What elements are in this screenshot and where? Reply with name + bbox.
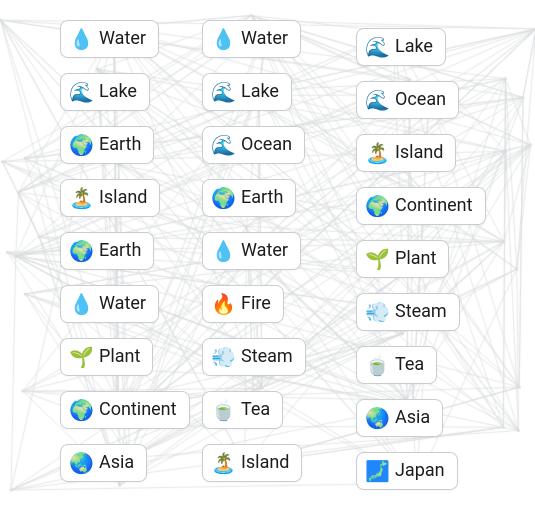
element-label: Plant [395, 248, 436, 270]
ocean-icon: 🌊 [211, 133, 235, 157]
element-label: Water [241, 240, 288, 262]
element-chip-lake[interactable]: 🌊 Lake [356, 28, 446, 66]
element-chip-steam[interactable]: 💨 Steam [356, 293, 460, 331]
plant-icon: 🌱 [365, 247, 389, 271]
element-chip-earth[interactable]: 🌍 Earth [60, 126, 154, 164]
element-chip-earth[interactable]: 🌍 Earth [202, 179, 296, 217]
element-chip-water[interactable]: 💧 Water [202, 232, 301, 270]
element-chip-water[interactable]: 💧 Water [60, 285, 159, 323]
element-label: Ocean [395, 89, 446, 111]
element-label: Water [241, 28, 288, 50]
island-icon: 🏝️ [69, 186, 93, 210]
element-label: Steam [241, 346, 293, 368]
element-label: Lake [395, 36, 433, 58]
element-label: Asia [395, 407, 430, 429]
element-label: Lake [241, 81, 279, 103]
element-label: Island [395, 142, 443, 164]
element-chip-island[interactable]: 🏝️ Island [202, 444, 302, 482]
continent-icon: 🌍 [365, 194, 389, 218]
element-chip-steam[interactable]: 💨 Steam [202, 338, 306, 376]
element-chip-ocean[interactable]: 🌊 Ocean [202, 126, 305, 164]
asia-icon: 🌏 [365, 406, 389, 430]
element-label: Continent [99, 399, 177, 421]
water-icon: 💧 [69, 27, 93, 51]
element-label: Water [99, 293, 146, 315]
element-label: Water [99, 28, 146, 50]
japan-icon: 🗾 [365, 459, 389, 483]
crafting-board[interactable]: 💧 Water 🌊 Lake 🌍 Earth 🏝️ Island 🌍 Earth 💧 Water 🌱 Pl… [0, 0, 535, 512]
steam-icon: 💨 [365, 300, 389, 324]
element-label: Asia [99, 452, 134, 474]
earth-icon: 🌍 [69, 239, 93, 263]
earth-icon: 🌍 [69, 133, 93, 157]
element-label: Island [99, 187, 147, 209]
steam-icon: 💨 [211, 345, 235, 369]
lake-icon: 🌊 [365, 35, 389, 59]
element-label: Continent [395, 195, 473, 217]
element-chip-asia[interactable]: 🌏 Asia [60, 444, 147, 482]
continent-icon: 🌍 [69, 398, 93, 422]
element-chip-water[interactable]: 💧 Water [202, 20, 301, 58]
element-chip-continent[interactable]: 🌍 Continent [60, 391, 190, 429]
element-chip-plant[interactable]: 🌱 Plant [60, 338, 153, 376]
element-label: Tea [395, 354, 424, 376]
element-chip-plant[interactable]: 🌱 Plant [356, 240, 449, 278]
island-icon: 🏝️ [365, 141, 389, 165]
water-icon: 💧 [69, 292, 93, 316]
element-chip-ocean[interactable]: 🌊 Ocean [356, 81, 459, 119]
element-chip-tea[interactable]: 🍵 Tea [356, 346, 437, 384]
element-chip-island[interactable]: 🏝️ Island [356, 134, 456, 172]
water-icon: 💧 [211, 27, 235, 51]
asia-icon: 🌏 [69, 451, 93, 475]
element-label: Plant [99, 346, 140, 368]
element-label: Fire [241, 293, 271, 315]
element-chip-earth[interactable]: 🌍 Earth [60, 232, 154, 270]
tea-icon: 🍵 [365, 353, 389, 377]
element-label: Japan [395, 460, 445, 482]
element-chip-island[interactable]: 🏝️ Island [60, 179, 160, 217]
element-label: Island [241, 452, 289, 474]
earth-icon: 🌍 [211, 186, 235, 210]
island-icon: 🏝️ [211, 451, 235, 475]
element-label: Steam [395, 301, 447, 323]
water-icon: 💧 [211, 239, 235, 263]
fire-icon: 🔥 [211, 292, 235, 316]
element-label: Earth [99, 240, 141, 262]
element-chip-asia[interactable]: 🌏 Asia [356, 399, 443, 437]
element-chip-fire[interactable]: 🔥 Fire [202, 285, 284, 323]
element-label: Earth [241, 187, 283, 209]
element-chip-continent[interactable]: 🌍 Continent [356, 187, 486, 225]
element-label: Ocean [241, 134, 292, 156]
element-label: Earth [99, 134, 141, 156]
element-label: Tea [241, 399, 270, 421]
element-chip-lake[interactable]: 🌊 Lake [202, 73, 292, 111]
element-chip-water[interactable]: 💧 Water [60, 20, 159, 58]
plant-icon: 🌱 [69, 345, 93, 369]
ocean-icon: 🌊 [365, 88, 389, 112]
element-chip-lake[interactable]: 🌊 Lake [60, 73, 150, 111]
element-chip-tea[interactable]: 🍵 Tea [202, 391, 283, 429]
element-chip-japan[interactable]: 🗾 Japan [356, 452, 458, 490]
lake-icon: 🌊 [69, 80, 93, 104]
lake-icon: 🌊 [211, 80, 235, 104]
element-label: Lake [99, 81, 137, 103]
tea-icon: 🍵 [211, 398, 235, 422]
